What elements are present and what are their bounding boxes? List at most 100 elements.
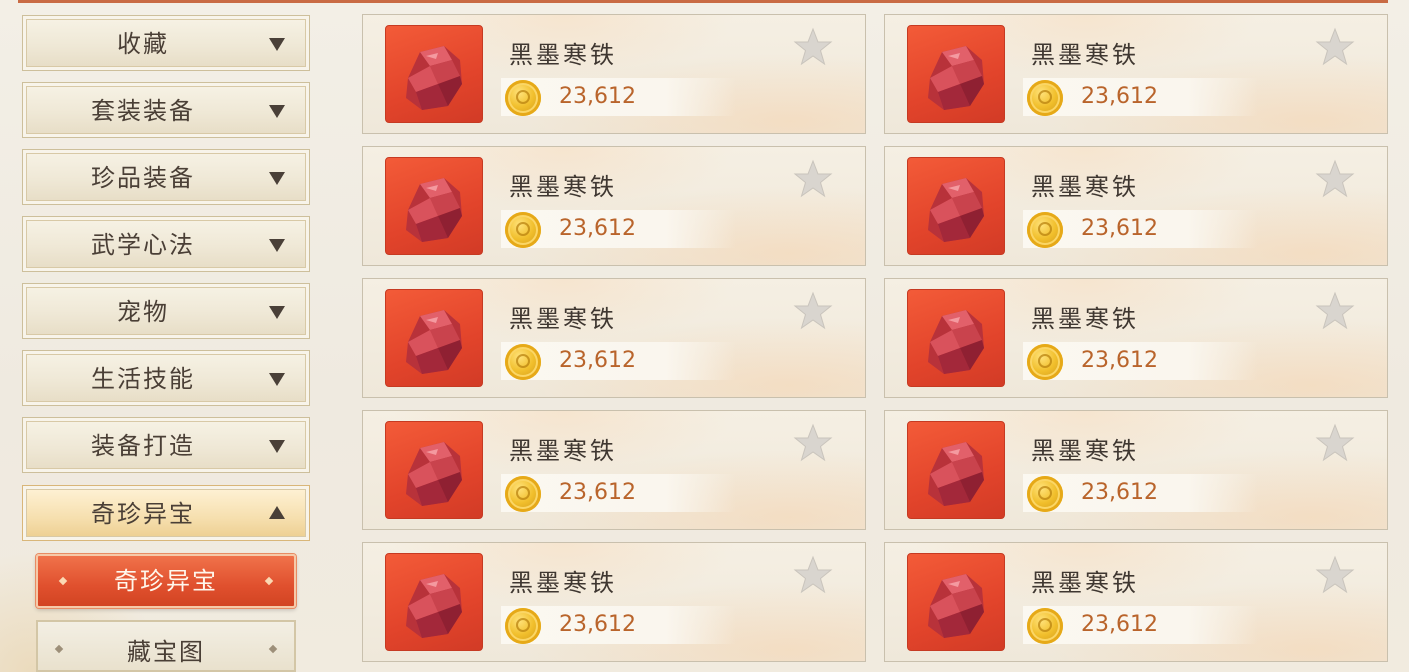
category-rare-equipment[interactable]: 珍品装备 bbox=[22, 149, 310, 205]
item-thumbnail bbox=[907, 289, 1005, 387]
price-bar: 23,612 bbox=[1023, 606, 1258, 644]
red-ore-icon bbox=[928, 310, 984, 374]
chevron-down-icon bbox=[269, 239, 285, 252]
gold-coin-icon bbox=[505, 608, 541, 644]
star-icon[interactable] bbox=[793, 27, 833, 67]
category-pets[interactable]: 宠物 bbox=[22, 283, 310, 339]
item-card[interactable]: 黑墨寒铁 23,612 bbox=[362, 14, 866, 134]
item-card[interactable]: 黑墨寒铁 23,612 bbox=[884, 14, 1388, 134]
category-sidebar: 收藏 套装装备 珍品装备 武学心法 宠物 生活技能 装备打造 奇珍异宝 奇珍异宝… bbox=[0, 0, 340, 672]
item-card[interactable]: 黑墨寒铁 23,612 bbox=[362, 278, 866, 398]
item-card[interactable]: 黑墨寒铁 23,612 bbox=[884, 542, 1388, 662]
star-icon[interactable] bbox=[793, 159, 833, 199]
red-ore-icon bbox=[928, 46, 984, 110]
chevron-down-icon bbox=[269, 172, 285, 185]
item-name: 黑墨寒铁 bbox=[1031, 569, 1139, 597]
item-card[interactable]: 黑墨寒铁 23,612 bbox=[362, 146, 866, 266]
category-label: 套装装备 bbox=[91, 97, 195, 125]
category-label: 收藏 bbox=[117, 30, 169, 58]
gold-coin-icon bbox=[1027, 476, 1063, 512]
item-price: 23,612 bbox=[559, 348, 636, 373]
subcategory-treasure-map[interactable]: 藏宝图 bbox=[36, 620, 296, 672]
price-bar: 23,612 bbox=[1023, 78, 1258, 116]
item-name: 黑墨寒铁 bbox=[509, 173, 617, 201]
star-icon[interactable] bbox=[793, 291, 833, 331]
price-bar: 23,612 bbox=[501, 78, 736, 116]
gold-coin-icon bbox=[1027, 212, 1063, 248]
price-bar: 23,612 bbox=[1023, 474, 1258, 512]
item-thumbnail bbox=[907, 157, 1005, 255]
category-life-skills[interactable]: 生活技能 bbox=[22, 350, 310, 406]
star-icon[interactable] bbox=[1315, 555, 1355, 595]
category-martial-arts[interactable]: 武学心法 bbox=[22, 216, 310, 272]
category-set-equipment[interactable]: 套装装备 bbox=[22, 82, 310, 138]
item-price: 23,612 bbox=[559, 612, 636, 637]
chevron-down-icon bbox=[269, 440, 285, 453]
item-name: 黑墨寒铁 bbox=[1031, 41, 1139, 69]
item-price: 23,612 bbox=[1081, 216, 1158, 241]
subcategory-label: 藏宝图 bbox=[127, 638, 205, 666]
item-name: 黑墨寒铁 bbox=[509, 437, 617, 465]
subcategory-treasures[interactable]: 奇珍异宝 bbox=[36, 554, 296, 608]
category-label: 珍品装备 bbox=[91, 164, 195, 192]
star-icon[interactable] bbox=[793, 555, 833, 595]
chevron-down-icon bbox=[269, 306, 285, 319]
gold-coin-icon bbox=[505, 80, 541, 116]
category-treasures[interactable]: 奇珍异宝 bbox=[22, 485, 310, 541]
item-card[interactable]: 黑墨寒铁 23,612 bbox=[362, 542, 866, 662]
item-card[interactable]: 黑墨寒铁 23,612 bbox=[362, 410, 866, 530]
chevron-up-icon bbox=[269, 506, 285, 519]
category-label: 奇珍异宝 bbox=[91, 500, 195, 528]
item-name: 黑墨寒铁 bbox=[509, 41, 617, 69]
item-thumbnail bbox=[385, 157, 483, 255]
item-name: 黑墨寒铁 bbox=[509, 569, 617, 597]
category-crafting[interactable]: 装备打造 bbox=[22, 417, 310, 473]
gold-coin-icon bbox=[505, 212, 541, 248]
gold-coin-icon bbox=[505, 344, 541, 380]
category-label: 宠物 bbox=[117, 298, 169, 326]
price-bar: 23,612 bbox=[501, 606, 736, 644]
category-label: 生活技能 bbox=[91, 365, 195, 393]
item-price: 23,612 bbox=[559, 480, 636, 505]
item-card[interactable]: 黑墨寒铁 23,612 bbox=[884, 410, 1388, 530]
gold-coin-icon bbox=[1027, 80, 1063, 116]
star-icon[interactable] bbox=[793, 423, 833, 463]
red-ore-icon bbox=[406, 574, 462, 638]
item-price: 23,612 bbox=[1081, 480, 1158, 505]
price-bar: 23,612 bbox=[1023, 210, 1258, 248]
star-icon[interactable] bbox=[1315, 291, 1355, 331]
red-ore-icon bbox=[406, 46, 462, 110]
item-card[interactable]: 黑墨寒铁 23,612 bbox=[884, 146, 1388, 266]
item-name: 黑墨寒铁 bbox=[1031, 173, 1139, 201]
red-ore-icon bbox=[406, 442, 462, 506]
item-price: 23,612 bbox=[559, 84, 636, 109]
item-price: 23,612 bbox=[1081, 348, 1158, 373]
price-bar: 23,612 bbox=[1023, 342, 1258, 380]
gold-coin-icon bbox=[1027, 608, 1063, 644]
red-ore-icon bbox=[406, 310, 462, 374]
chevron-down-icon bbox=[269, 373, 285, 386]
red-ore-icon bbox=[406, 178, 462, 242]
item-price: 23,612 bbox=[559, 216, 636, 241]
item-thumbnail bbox=[385, 25, 483, 123]
chevron-down-icon bbox=[269, 38, 285, 51]
category-label: 武学心法 bbox=[91, 231, 195, 259]
red-ore-icon bbox=[928, 574, 984, 638]
item-name: 黑墨寒铁 bbox=[1031, 305, 1139, 333]
star-icon[interactable] bbox=[1315, 423, 1355, 463]
red-ore-icon bbox=[928, 442, 984, 506]
item-thumbnail bbox=[385, 553, 483, 651]
item-thumbnail bbox=[385, 421, 483, 519]
gold-coin-icon bbox=[505, 476, 541, 512]
item-thumbnail bbox=[907, 25, 1005, 123]
item-price: 23,612 bbox=[1081, 612, 1158, 637]
category-favorites[interactable]: 收藏 bbox=[22, 15, 310, 71]
item-price: 23,612 bbox=[1081, 84, 1158, 109]
price-bar: 23,612 bbox=[501, 342, 736, 380]
star-icon[interactable] bbox=[1315, 159, 1355, 199]
red-ore-icon bbox=[928, 178, 984, 242]
item-card[interactable]: 黑墨寒铁 23,612 bbox=[884, 278, 1388, 398]
chevron-down-icon bbox=[269, 105, 285, 118]
subcategory-label: 奇珍异宝 bbox=[114, 567, 218, 595]
star-icon[interactable] bbox=[1315, 27, 1355, 67]
